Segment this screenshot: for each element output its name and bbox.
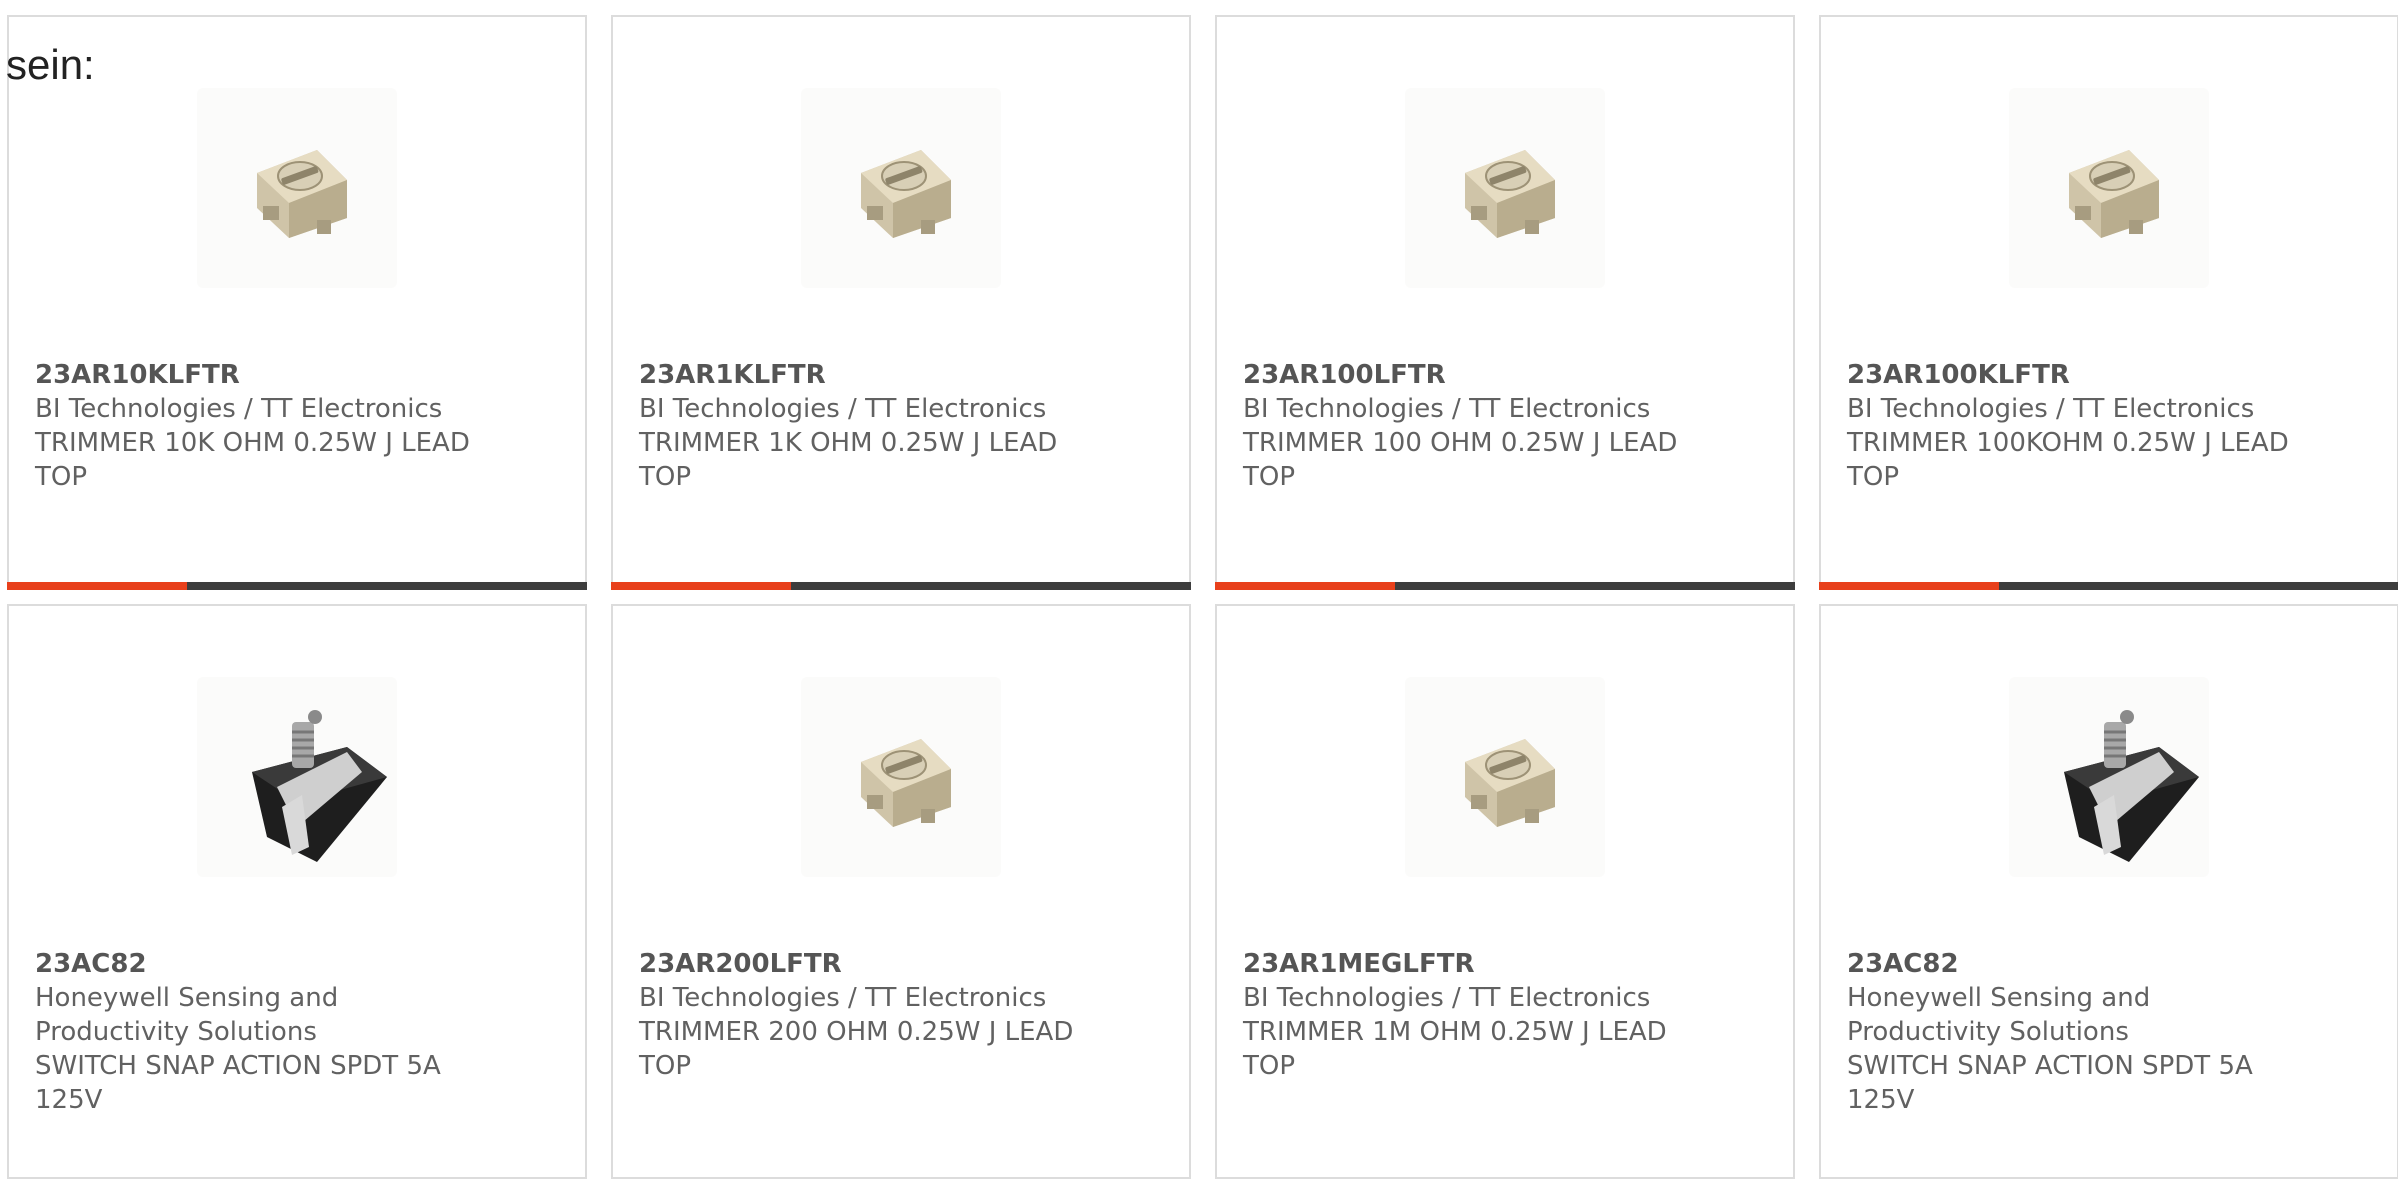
manufacturer: BI Technologies / TT Electronics [639,394,1047,424]
part-number-link[interactable]: 23AR100KLFTR [1847,358,2297,392]
trimmer-potentiometer-image[interactable] [1405,677,1605,877]
description: TRIMMER 1M OHM 0.25W J LEAD TOP [1243,1017,1667,1081]
part-number-link[interactable]: 23AR200LFTR [639,947,1089,981]
description: SWITCH SNAP ACTION SPDT 5A 125V [35,1051,441,1115]
trimmer-icon [2069,150,2159,238]
part-number-link[interactable]: 23AR1KLFTR [639,358,1089,392]
product-card[interactable]: 23AR1MEGLFTR BI Technologies / TT Electr… [1215,604,1795,1179]
part-number-link[interactable]: 23AC82 [35,947,485,981]
snap-switch-icon [252,710,387,862]
manufacturer: Honeywell Sensing and Productivity Solut… [1847,983,2151,1047]
description: TRIMMER 200 OHM 0.25W J LEAD TOP [639,1017,1074,1081]
product-info: 23AR200LFTR BI Technologies / TT Electro… [639,947,1089,1083]
trimmer-icon [861,739,951,827]
trimmer-potentiometer-image[interactable] [1405,88,1605,288]
card-progress-bar [1819,582,2398,590]
product-info: 23AC82 Honeywell Sensing and Productivit… [35,947,485,1117]
card-progress-bar [611,582,1191,590]
product-info: 23AR1MEGLFTR BI Technologies / TT Electr… [1243,947,1693,1083]
part-number-link[interactable]: 23AR10KLFTR [35,358,485,392]
trimmer-icon [257,150,347,238]
trimmer-potentiometer-image[interactable] [801,88,1001,288]
manufacturer: BI Technologies / TT Electronics [1243,983,1651,1013]
snap-switch-icon [2064,710,2199,862]
manufacturer: BI Technologies / TT Electronics [35,394,443,424]
product-info: 23AR100KLFTR BI Technologies / TT Electr… [1847,358,2297,494]
card-progress-bar [7,582,587,590]
part-number-link[interactable]: 23AR1MEGLFTR [1243,947,1693,981]
description: SWITCH SNAP ACTION SPDT 5A 125V [1847,1051,2253,1115]
product-info: 23AR10KLFTR BI Technologies / TT Electro… [35,358,485,494]
description: TRIMMER 10K OHM 0.25W J LEAD TOP [35,428,470,492]
product-info: 23AC82 Honeywell Sensing and Productivit… [1847,947,2297,1117]
manufacturer: BI Technologies / TT Electronics [1243,394,1651,424]
card-progress-fill [611,582,791,590]
part-number-link[interactable]: 23AC82 [1847,947,2297,981]
manufacturer: BI Technologies / TT Electronics [639,983,1047,1013]
product-card[interactable]: 23AR10KLFTR BI Technologies / TT Electro… [7,15,587,590]
product-card[interactable]: 23AC82 Honeywell Sensing and Productivit… [7,604,587,1179]
trimmer-icon [861,150,951,238]
manufacturer: Honeywell Sensing and Productivity Solut… [35,983,339,1047]
product-card[interactable]: 23AR100LFTR BI Technologies / TT Electro… [1215,15,1795,590]
trimmer-icon [1465,739,1555,827]
card-progress-fill [7,582,187,590]
card-progress-bar [1215,582,1795,590]
product-card[interactable]: 23AR200LFTR BI Technologies / TT Electro… [611,604,1191,1179]
snap-action-switch-image[interactable] [2009,677,2209,877]
description: TRIMMER 100KOHM 0.25W J LEAD TOP [1847,428,2289,492]
description: TRIMMER 1K OHM 0.25W J LEAD TOP [639,428,1058,492]
intro-text: sein: [6,41,95,88]
trimmer-icon [1465,150,1555,238]
product-info: 23AR1KLFTR BI Technologies / TT Electron… [639,358,1089,494]
snap-action-switch-image[interactable] [197,677,397,877]
part-number-link[interactable]: 23AR100LFTR [1243,358,1693,392]
trimmer-potentiometer-image[interactable] [801,677,1001,877]
trimmer-potentiometer-image[interactable] [2009,88,2209,288]
card-progress-fill [1819,582,1999,590]
product-grid: 23AR10KLFTR BI Technologies / TT Electro… [0,0,2398,1179]
description: TRIMMER 100 OHM 0.25W J LEAD TOP [1243,428,1678,492]
product-card[interactable]: 23AR100KLFTR BI Technologies / TT Electr… [1819,15,2398,590]
card-progress-fill [1215,582,1395,590]
manufacturer: BI Technologies / TT Electronics [1847,394,2255,424]
product-card[interactable]: 23AR1KLFTR BI Technologies / TT Electron… [611,15,1191,590]
trimmer-potentiometer-image[interactable] [197,88,397,288]
product-card[interactable]: 23AC82 Honeywell Sensing and Productivit… [1819,604,2398,1179]
product-info: 23AR100LFTR BI Technologies / TT Electro… [1243,358,1693,494]
